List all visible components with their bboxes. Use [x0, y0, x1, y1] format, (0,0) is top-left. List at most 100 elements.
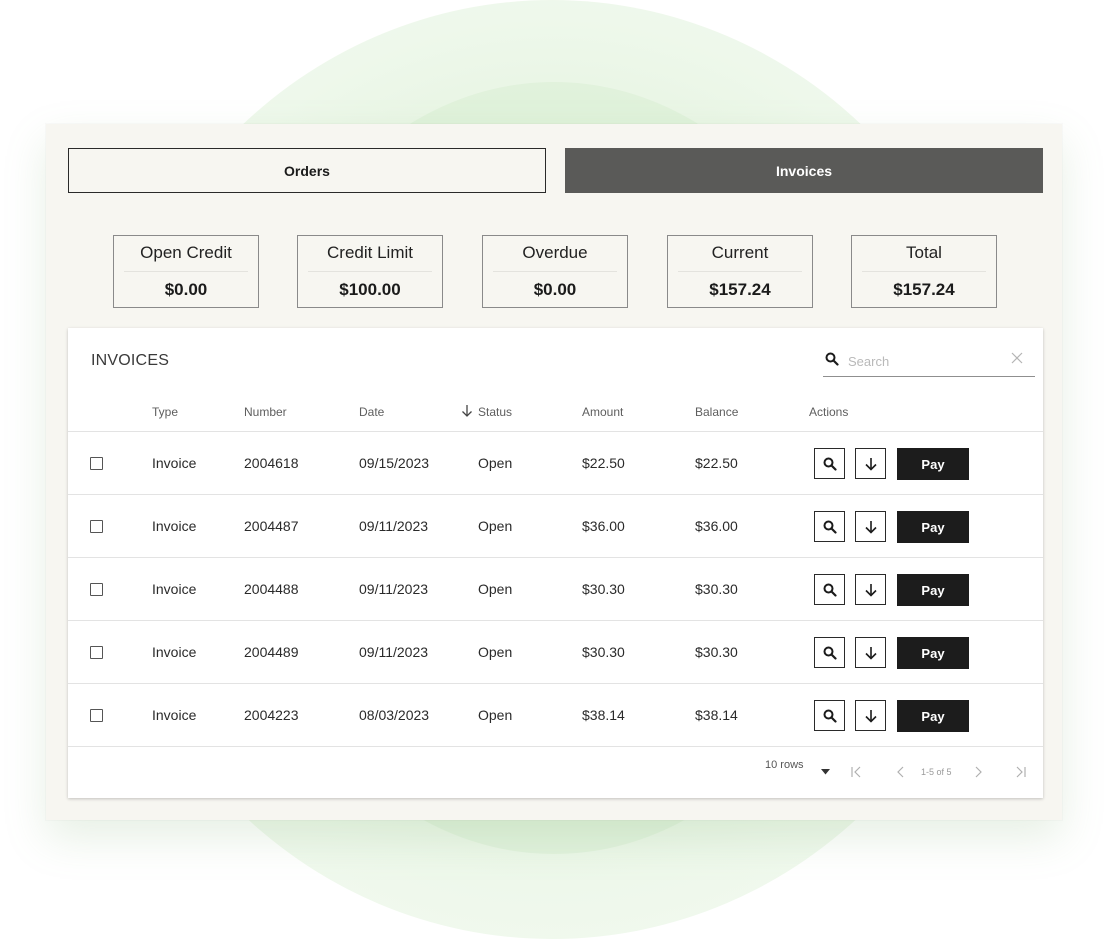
column-header-status[interactable]: Status — [478, 405, 512, 419]
cell-balance: $22.50 — [695, 455, 738, 471]
cell-amount: $38.14 — [582, 707, 625, 723]
pay-button[interactable]: Pay — [897, 574, 969, 606]
pay-button[interactable]: Pay — [897, 511, 969, 543]
column-header-date[interactable]: Date — [359, 405, 384, 419]
cell-date: 09/11/2023 — [359, 644, 429, 660]
summary-value: $100.00 — [339, 280, 401, 299]
arrow-down-icon[interactable] — [461, 404, 473, 418]
column-header-balance[interactable]: Balance — [695, 405, 738, 419]
view-invoice-button[interactable] — [814, 574, 845, 605]
summary-value: $0.00 — [164, 280, 208, 299]
cell-type: Invoice — [152, 518, 197, 534]
table-row: Invoice 2004223 08/03/2023 Open $38.14 $38.14… — [68, 684, 1043, 747]
magnifier-icon — [823, 709, 837, 723]
cell-status: Open — [478, 644, 513, 660]
view-invoice-button[interactable] — [814, 700, 845, 731]
summary-label: Total — [906, 243, 942, 262]
cell-balance: $30.30 — [695, 581, 738, 597]
tab-invoices[interactable]: Invoices — [565, 148, 1043, 193]
summary-divider — [493, 271, 617, 272]
column-header-amount[interactable]: Amount — [582, 405, 623, 419]
view-invoice-button[interactable] — [814, 448, 845, 479]
table-row: Invoice 2004618 09/15/2023 Open $22.50 $22.50… — [68, 432, 1043, 495]
view-invoice-button[interactable] — [814, 511, 845, 542]
summary-value: $0.00 — [533, 280, 577, 299]
summary-total: Total $157.24 — [851, 235, 997, 308]
row-checkbox[interactable] — [90, 583, 103, 596]
tab-orders[interactable]: Orders — [68, 148, 546, 193]
download-arrow-icon — [864, 646, 877, 660]
invoices-table-card: INVOICES Type Number Date Status Amount … — [68, 328, 1043, 798]
magnifier-icon — [823, 457, 837, 471]
summary-divider — [308, 271, 432, 272]
cell-amount: $30.30 — [582, 644, 625, 660]
cell-balance: $36.00 — [695, 518, 738, 534]
column-header-type[interactable]: Type — [152, 405, 178, 419]
download-invoice-button[interactable] — [855, 448, 886, 479]
view-invoice-button[interactable] — [814, 637, 845, 668]
pagination-range: 1-5 of 5 — [921, 767, 952, 777]
invoices-title: INVOICES — [91, 352, 170, 369]
last-page-icon[interactable] — [1014, 765, 1028, 779]
cell-amount: $36.00 — [582, 518, 625, 534]
cell-balance: $38.14 — [695, 707, 738, 723]
cell-type: Invoice — [152, 707, 197, 723]
cell-type: Invoice — [152, 644, 197, 660]
summary-label: Open Credit — [140, 243, 232, 262]
cell-date: 09/11/2023 — [359, 518, 429, 534]
table-row: Invoice 2004489 09/11/2023 Open $30.30 $30.30… — [68, 621, 1043, 684]
row-checkbox[interactable] — [90, 709, 103, 722]
download-invoice-button[interactable] — [855, 700, 886, 731]
close-icon[interactable] — [1011, 352, 1023, 364]
summary-label: Credit Limit — [327, 243, 413, 262]
download-invoice-button[interactable] — [855, 574, 886, 605]
summary-divider — [124, 271, 248, 272]
download-arrow-icon — [864, 583, 877, 597]
download-arrow-icon — [864, 709, 877, 723]
summary-divider — [678, 271, 802, 272]
chevron-left-icon[interactable] — [894, 765, 908, 779]
cell-number: 2004488 — [244, 581, 299, 597]
summary-label: Current — [711, 243, 769, 262]
row-checkbox[interactable] — [90, 520, 103, 533]
cell-status: Open — [478, 707, 513, 723]
chevron-down-icon[interactable] — [821, 769, 830, 775]
cell-date: 08/03/2023 — [359, 707, 430, 723]
cell-type: Invoice — [152, 455, 197, 471]
download-invoice-button[interactable] — [855, 511, 886, 542]
row-checkbox[interactable] — [90, 457, 103, 470]
search-input[interactable] — [846, 350, 1010, 372]
cell-number: 2004618 — [244, 455, 299, 471]
download-invoice-button[interactable] — [855, 637, 886, 668]
pay-button[interactable]: Pay — [897, 700, 969, 732]
first-page-icon[interactable] — [849, 765, 863, 779]
download-arrow-icon — [864, 520, 877, 534]
pay-button[interactable]: Pay — [897, 448, 969, 480]
summary-open-credit: Open Credit $0.00 — [113, 235, 259, 308]
magnifier-icon — [823, 646, 837, 660]
cell-date: 09/11/2023 — [359, 581, 429, 597]
cell-status: Open — [478, 455, 513, 471]
cell-amount: $22.50 — [582, 455, 625, 471]
table-row: Invoice 2004487 09/11/2023 Open $36.00 $36.00… — [68, 495, 1043, 558]
search-box — [823, 345, 1035, 377]
cell-number: 2004489 — [244, 644, 299, 660]
cell-status: Open — [478, 581, 513, 597]
rows-per-page[interactable]: 10 rows — [765, 759, 804, 771]
magnifier-icon — [823, 520, 837, 534]
column-header-actions: Actions — [809, 405, 849, 419]
table-row: Invoice 2004488 09/11/2023 Open $30.30 $30.30… — [68, 558, 1043, 621]
summary-label: Overdue — [522, 243, 588, 262]
row-checkbox[interactable] — [90, 646, 103, 659]
cell-balance: $30.30 — [695, 644, 738, 660]
pay-button[interactable]: Pay — [897, 637, 969, 669]
cell-number: 2004223 — [244, 707, 299, 723]
magnifier-icon — [823, 583, 837, 597]
download-arrow-icon — [864, 457, 877, 471]
column-header-number[interactable]: Number — [244, 405, 287, 419]
tab-orders-label: Orders — [284, 162, 330, 179]
cell-status: Open — [478, 518, 513, 534]
chevron-right-icon[interactable] — [971, 765, 985, 779]
summary-divider — [862, 271, 986, 272]
summary-overdue: Overdue $0.00 — [482, 235, 628, 308]
